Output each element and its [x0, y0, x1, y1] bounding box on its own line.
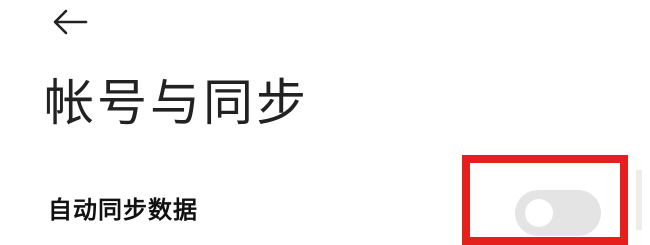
back-button[interactable]	[50, 4, 90, 40]
page-title: 帐号与同步	[44, 74, 309, 132]
highlight-annotation-box	[462, 155, 628, 245]
setting-label-auto-sync: 自动同步数据	[48, 196, 198, 224]
arrow-left-icon	[53, 9, 88, 35]
scrollbar-edge	[636, 170, 642, 230]
